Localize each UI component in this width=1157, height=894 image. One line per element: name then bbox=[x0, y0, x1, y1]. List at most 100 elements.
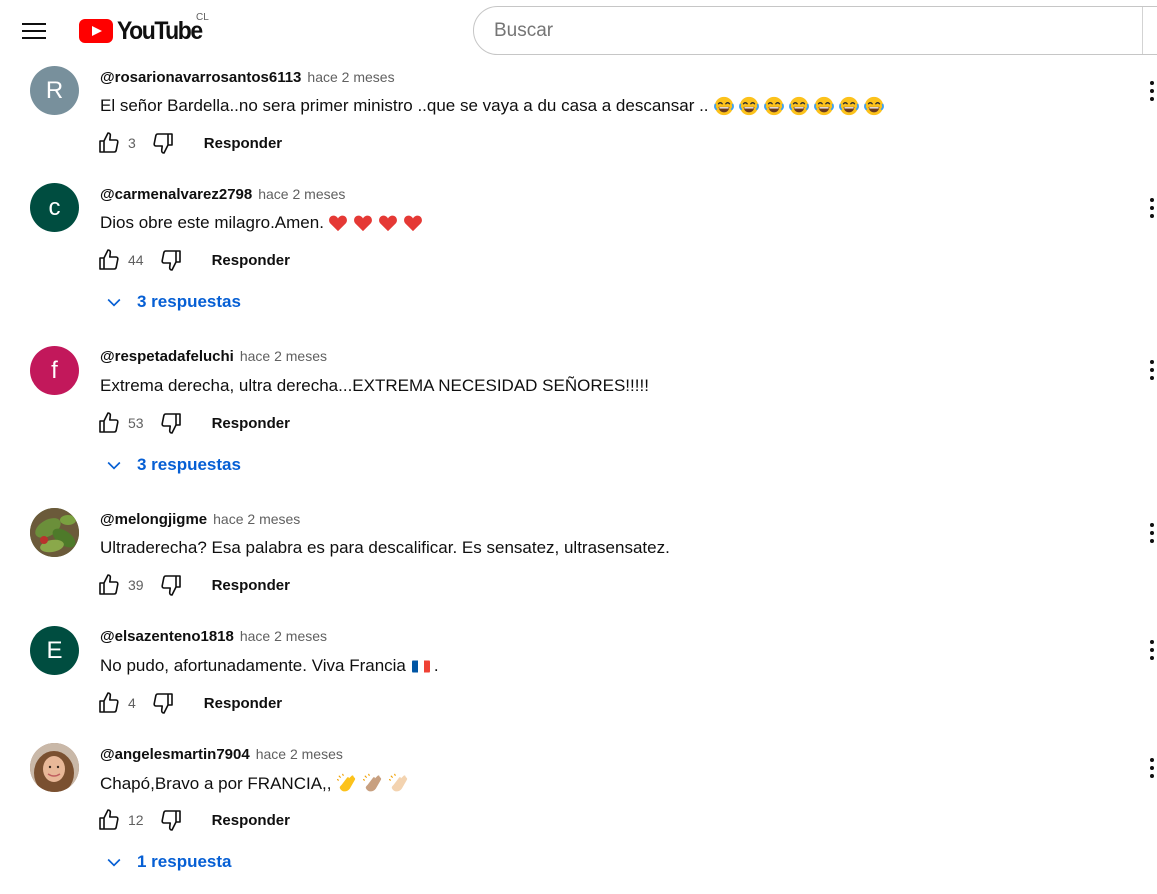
timestamp[interactable]: hace 2 meses bbox=[256, 746, 343, 762]
thumbs-up-icon bbox=[97, 131, 121, 155]
more-options-icon[interactable] bbox=[1142, 358, 1157, 382]
comment-header: @carmenalvarez2798 hace 2 meses bbox=[100, 186, 345, 203]
heart-emoji-group bbox=[328, 214, 423, 232]
timestamp[interactable]: hace 2 meses bbox=[213, 511, 300, 527]
reply-button[interactable]: Responder bbox=[204, 135, 282, 152]
timestamp[interactable]: hace 2 meses bbox=[307, 69, 394, 85]
comment-body: El señor Bardella..no sera primer minist… bbox=[100, 96, 709, 115]
clapping-emoji-group bbox=[337, 773, 411, 795]
comment-text: Dios obre este milagro.Amen. bbox=[100, 213, 423, 233]
thumbs-down-icon bbox=[151, 691, 175, 715]
thumbs-down-icon bbox=[159, 573, 183, 597]
like-count: 44 bbox=[128, 252, 144, 268]
like-button[interactable] bbox=[96, 807, 122, 833]
more-options-icon[interactable] bbox=[1142, 521, 1157, 545]
laughing-emoji-icon bbox=[713, 95, 735, 117]
like-button[interactable] bbox=[96, 247, 122, 273]
more-options-icon[interactable] bbox=[1142, 196, 1157, 220]
comment-text: El señor Bardella..no sera primer minist… bbox=[100, 95, 885, 117]
clapping-hands-icon bbox=[363, 773, 385, 795]
like-count: 3 bbox=[128, 135, 136, 151]
avatar-photo bbox=[30, 508, 79, 557]
comment-body: Dios obre este milagro.Amen. bbox=[100, 213, 324, 232]
comment-header: @elsazenteno1818 hace 2 meses bbox=[100, 628, 327, 645]
like-count: 53 bbox=[128, 415, 144, 431]
dislike-button[interactable] bbox=[150, 690, 176, 716]
thumbs-down-icon bbox=[159, 411, 183, 435]
replies-label: 3 respuestas bbox=[137, 292, 241, 311]
reply-button[interactable]: Responder bbox=[212, 812, 290, 829]
comment-header: @angelesmartin7904 hace 2 meses bbox=[100, 746, 343, 763]
reply-button[interactable]: Responder bbox=[212, 577, 290, 594]
like-button[interactable] bbox=[96, 572, 122, 598]
avatar[interactable]: E bbox=[30, 626, 79, 675]
timestamp[interactable]: hace 2 meses bbox=[240, 628, 327, 644]
like-button[interactable] bbox=[96, 130, 122, 156]
more-options-icon[interactable] bbox=[1142, 79, 1157, 103]
replies-label: 3 respuestas bbox=[137, 455, 241, 474]
comment-body: Ultraderecha? Esa palabra es para descal… bbox=[100, 538, 670, 557]
thumbs-up-icon bbox=[97, 411, 121, 435]
comment-actions: 44 Responder bbox=[96, 245, 290, 275]
comment-actions: 39 Responder bbox=[96, 570, 290, 600]
youtube-play-icon bbox=[79, 19, 113, 43]
avatar[interactable]: R bbox=[30, 66, 79, 115]
avatar[interactable]: f bbox=[30, 346, 79, 395]
comment-header: @respetadafeluchi hace 2 meses bbox=[100, 348, 327, 365]
like-count: 4 bbox=[128, 695, 136, 711]
view-replies-button[interactable]: 3 respuestas bbox=[104, 455, 241, 475]
author-name[interactable]: @respetadafeluchi bbox=[100, 348, 234, 365]
comment-text: No pudo, afortunadamente. Viva Francia . bbox=[100, 656, 439, 676]
more-options-icon[interactable] bbox=[1142, 638, 1157, 662]
laughing-emoji-icon bbox=[738, 95, 760, 117]
more-options-icon[interactable] bbox=[1142, 756, 1157, 780]
comment-body: Extrema derecha, ultra derecha...EXTREMA… bbox=[100, 376, 649, 395]
author-name[interactable]: @elsazenteno1818 bbox=[100, 628, 234, 645]
reply-button[interactable]: Responder bbox=[204, 695, 282, 712]
laughing-emoji-icon bbox=[788, 95, 810, 117]
avatar[interactable] bbox=[30, 743, 79, 792]
timestamp[interactable]: hace 2 meses bbox=[258, 186, 345, 202]
search-divider bbox=[1142, 7, 1143, 54]
chevron-down-icon bbox=[107, 298, 121, 307]
comment-suffix: . bbox=[433, 656, 439, 675]
avatar[interactable]: c bbox=[30, 183, 79, 232]
dislike-button[interactable] bbox=[150, 130, 176, 156]
author-name[interactable]: @melongjigme bbox=[100, 511, 207, 528]
like-count: 39 bbox=[128, 577, 144, 593]
search-box[interactable] bbox=[473, 6, 1157, 55]
dislike-button[interactable] bbox=[158, 247, 184, 273]
search-input[interactable] bbox=[494, 19, 1134, 42]
hamburger-menu-icon[interactable] bbox=[10, 9, 58, 53]
reply-button[interactable]: Responder bbox=[212, 415, 290, 432]
view-replies-button[interactable]: 3 respuestas bbox=[104, 292, 241, 312]
thumbs-down-icon bbox=[159, 808, 183, 832]
chevron-down-icon bbox=[107, 858, 121, 867]
like-button[interactable] bbox=[96, 690, 122, 716]
dislike-button[interactable] bbox=[158, 572, 184, 598]
laughing-emoji-icon bbox=[763, 95, 785, 117]
youtube-logo[interactable]: YouTube bbox=[79, 14, 209, 48]
timestamp[interactable]: hace 2 meses bbox=[240, 348, 327, 364]
avatar-photo bbox=[30, 743, 79, 792]
comment-actions: 3 Responder bbox=[96, 128, 282, 158]
thumbs-down-icon bbox=[151, 131, 175, 155]
comment-actions: 4 Responder bbox=[96, 688, 282, 718]
comment-text: Ultraderecha? Esa palabra es para descal… bbox=[100, 538, 670, 558]
comment-body: Chapó,Bravo a por FRANCIA,, bbox=[100, 774, 332, 793]
author-name[interactable]: @angelesmartin7904 bbox=[100, 746, 250, 763]
like-button[interactable] bbox=[96, 410, 122, 436]
author-name[interactable]: @rosarionavarrosantos6113 bbox=[100, 69, 301, 86]
avatar[interactable] bbox=[30, 508, 79, 557]
reply-button[interactable]: Responder bbox=[212, 252, 290, 269]
laughing-emoji-icon bbox=[863, 95, 885, 117]
laughing-emoji-icon bbox=[813, 95, 835, 117]
avatar-initial: f bbox=[51, 356, 58, 384]
dislike-button[interactable] bbox=[158, 807, 184, 833]
author-name[interactable]: @carmenalvarez2798 bbox=[100, 186, 252, 203]
avatar-initial: R bbox=[45, 76, 64, 104]
clapping-hands-icon bbox=[337, 773, 359, 795]
avatar-initial: E bbox=[46, 636, 63, 664]
dislike-button[interactable] bbox=[158, 410, 184, 436]
view-replies-button[interactable]: 1 respuesta bbox=[104, 852, 232, 872]
